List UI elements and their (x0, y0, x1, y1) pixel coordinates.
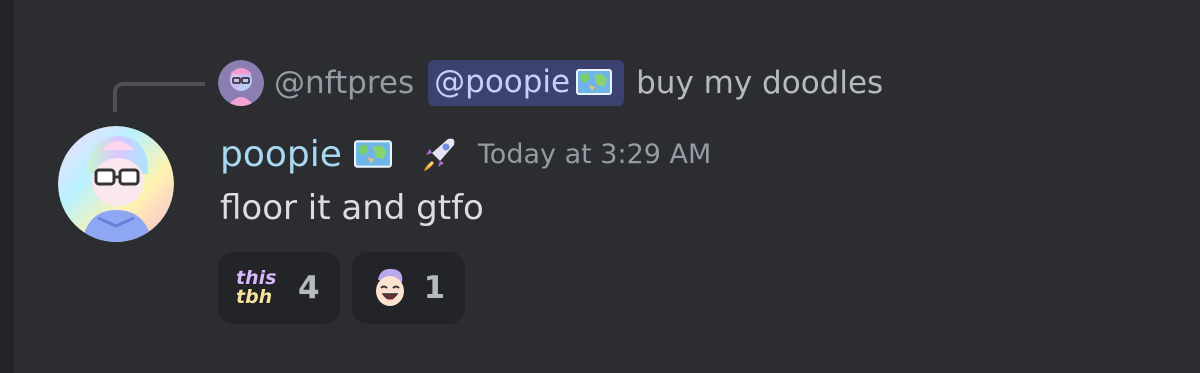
rocket-icon[interactable] (418, 133, 460, 175)
reaction-count: 1 (423, 270, 446, 306)
reactions-bar: this tbh 4 1 (218, 252, 466, 324)
mention-label: @poopie (434, 64, 571, 100)
reply-text[interactable]: buy my doodles (636, 65, 883, 101)
this-tbh-emoji-icon: this tbh (236, 267, 277, 308)
laughing-doodle-emoji-icon (375, 268, 404, 306)
reaction-laughing-doodle[interactable]: 1 (351, 252, 466, 324)
message-content: floor it and gtfo (220, 188, 484, 228)
user-mention[interactable]: @poopie (428, 60, 625, 106)
map-badge-icon (576, 69, 613, 95)
doodle-avatar-icon[interactable] (218, 60, 264, 106)
chat-message[interactable]: @nftpres @poopie buy my doodles poopie T… (0, 0, 1200, 373)
timestamp[interactable]: Today at 3:29 AM (478, 139, 711, 170)
message-header: poopie Today at 3:29 AM (220, 126, 711, 182)
reply-preview[interactable]: @nftpres @poopie buy my doodles (218, 58, 883, 108)
user-avatar[interactable] (58, 126, 174, 242)
reaction-count: 4 (298, 270, 320, 306)
reply-connector (113, 82, 205, 112)
reaction-this-tbh[interactable]: this tbh 4 (218, 252, 340, 324)
reply-author[interactable]: @nftpres (274, 65, 414, 101)
username[interactable]: poopie (220, 134, 342, 175)
map-badge-icon[interactable] (353, 140, 392, 168)
